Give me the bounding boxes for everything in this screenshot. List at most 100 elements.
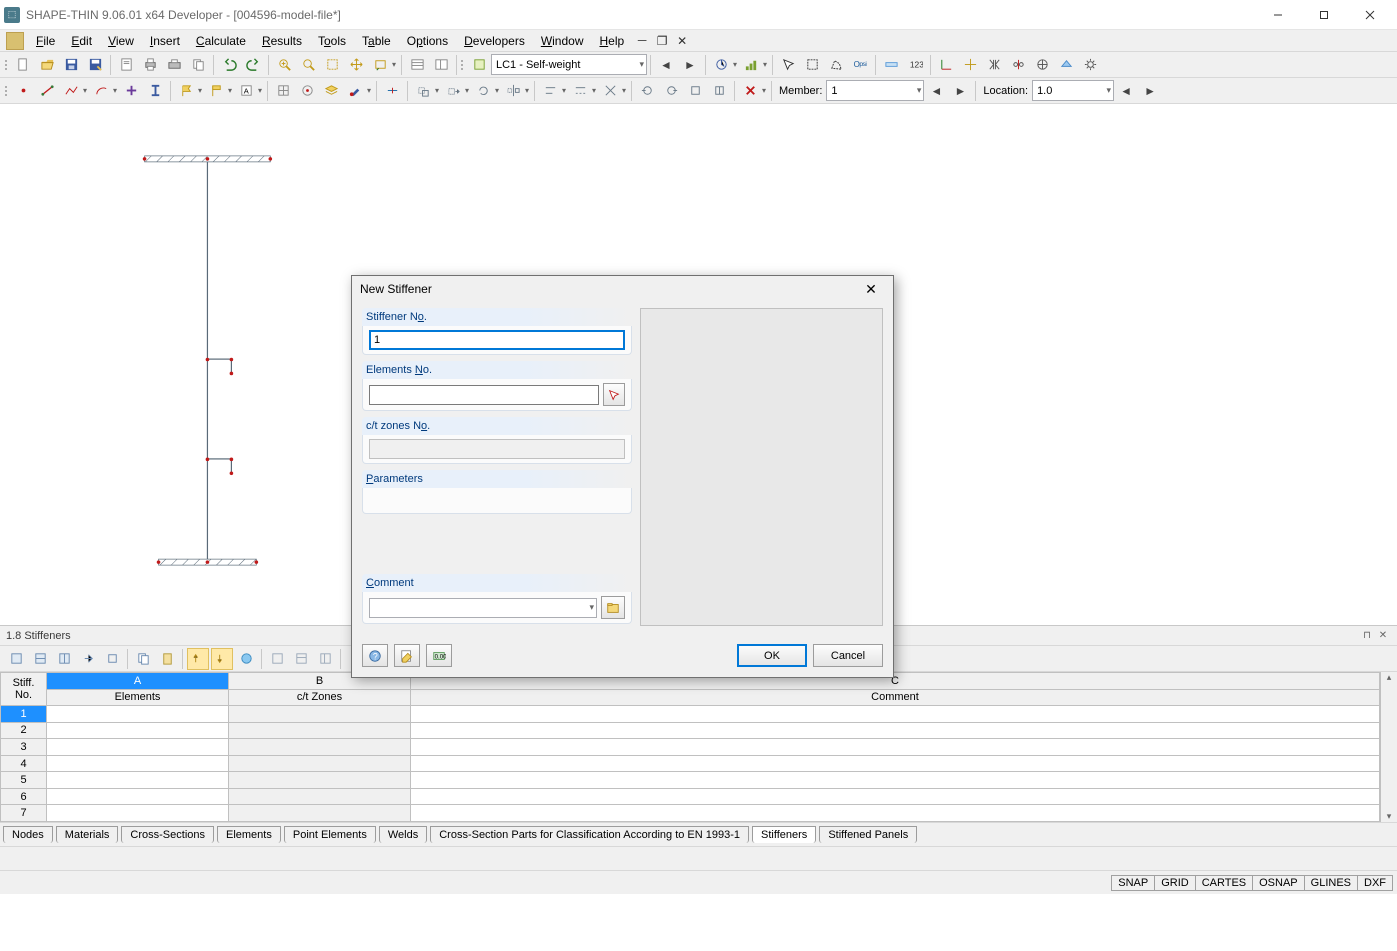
copy-el-icon[interactable] xyxy=(412,80,434,102)
window-close-button[interactable] xyxy=(1347,0,1393,30)
tab-welds[interactable]: Welds xyxy=(379,826,427,843)
row-header-7[interactable]: 7 xyxy=(1,805,47,822)
results-icon[interactable] xyxy=(740,54,762,76)
status-osnap[interactable]: OSNAP xyxy=(1252,875,1305,891)
table-nav-4-icon[interactable] xyxy=(77,648,99,670)
col-header-elements[interactable]: Elements xyxy=(47,689,229,706)
col-header-A[interactable]: A xyxy=(47,673,229,690)
menu-help[interactable]: Help xyxy=(592,32,633,50)
save-as-icon[interactable] xyxy=(84,54,106,76)
table-grid-b-icon[interactable] xyxy=(290,648,312,670)
table-paste-icon[interactable] xyxy=(156,648,178,670)
cell-6A[interactable] xyxy=(47,788,229,805)
save-icon[interactable] xyxy=(60,54,82,76)
copy-el-dropdown[interactable]: ▾ xyxy=(433,86,441,95)
row-header-4[interactable]: 4 xyxy=(1,755,47,772)
move-el-icon[interactable] xyxy=(442,80,464,102)
guide-icon[interactable] xyxy=(205,80,227,102)
lc-prev-icon[interactable]: ◄ xyxy=(655,54,677,76)
table-sort-asc-icon[interactable] xyxy=(187,648,209,670)
rect-tool-2-icon[interactable] xyxy=(708,80,730,102)
cell-6B[interactable] xyxy=(229,788,411,805)
rotate-el-icon[interactable] xyxy=(472,80,494,102)
location-combo[interactable]: 1.0 ▾ xyxy=(1032,80,1114,101)
table-grid-c-icon[interactable] xyxy=(314,648,336,670)
element-icon[interactable] xyxy=(36,80,58,102)
panel-pin-icon[interactable]: ⊓ xyxy=(1359,628,1375,644)
tables-2-icon[interactable] xyxy=(430,54,452,76)
opsi-icon[interactable]: Opsi xyxy=(849,54,871,76)
tab-elements[interactable]: Elements xyxy=(217,826,281,843)
calculate-icon[interactable] xyxy=(710,54,732,76)
tab-cs-parts-classification[interactable]: Cross-Section Parts for Classification A… xyxy=(430,826,749,843)
calc-dropdown-icon[interactable]: ▾ xyxy=(731,60,739,69)
menu-edit[interactable]: Edit xyxy=(63,32,100,50)
mirror-v-icon[interactable] xyxy=(1007,54,1029,76)
col-header-comment[interactable]: Comment xyxy=(411,689,1380,706)
stiffener-no-input[interactable] xyxy=(369,330,625,350)
dialog-edit-button[interactable] xyxy=(394,644,420,667)
grid-select-icon[interactable] xyxy=(272,80,294,102)
new-file-icon[interactable] xyxy=(12,54,34,76)
mirror-h-icon[interactable] xyxy=(983,54,1005,76)
status-dxf[interactable]: DXF xyxy=(1357,875,1393,891)
arc-dropdown-icon[interactable]: ▾ xyxy=(111,86,119,95)
point-element-icon[interactable] xyxy=(120,80,142,102)
delete-dropdown[interactable]: ▾ xyxy=(760,86,768,95)
rect-tool-icon[interactable] xyxy=(684,80,706,102)
cell-4B[interactable] xyxy=(229,755,411,772)
window-minimize-button[interactable] xyxy=(1255,0,1301,30)
cell-1A[interactable] xyxy=(47,706,229,723)
mdi-document-icon[interactable] xyxy=(6,32,24,50)
weld-icon[interactable] xyxy=(636,80,658,102)
zoom-window-icon[interactable] xyxy=(297,54,319,76)
select-poly-icon[interactable] xyxy=(825,54,847,76)
section-axes-icon[interactable] xyxy=(959,54,981,76)
tab-stiffeners[interactable]: Stiffeners xyxy=(752,826,816,843)
osnap-icon[interactable] xyxy=(296,80,318,102)
print-icon[interactable] xyxy=(139,54,161,76)
row-header-5[interactable]: 5 xyxy=(1,772,47,789)
row-header-1[interactable]: 1 xyxy=(1,706,47,723)
col-header-ctzones[interactable]: c/t Zones xyxy=(229,689,411,706)
cell-2A[interactable] xyxy=(47,722,229,739)
flag-dropdown-icon[interactable]: ▾ xyxy=(196,86,204,95)
weld-2-icon[interactable] xyxy=(660,80,682,102)
node-icon[interactable] xyxy=(12,80,34,102)
mirror-el-icon[interactable] xyxy=(502,80,524,102)
table-nav-3-icon[interactable] xyxy=(53,648,75,670)
member-next-icon[interactable]: ► xyxy=(949,80,971,102)
menu-results[interactable]: Results xyxy=(254,32,310,50)
tab-cross-sections[interactable]: Cross-Sections xyxy=(121,826,214,843)
lc-next-icon[interactable]: ► xyxy=(679,54,701,76)
stiffeners-table[interactable]: Stiff.No. A B C Elements c/t Zones Comme… xyxy=(0,672,1397,822)
table-nav-1-icon[interactable] xyxy=(5,648,27,670)
cell-3C[interactable] xyxy=(411,739,1380,756)
rotate-el-dropdown[interactable]: ▾ xyxy=(493,86,501,95)
cell-2C[interactable] xyxy=(411,722,1380,739)
menu-options[interactable]: Options xyxy=(399,32,456,50)
dialog-close-button[interactable]: ✕ xyxy=(857,279,885,299)
loadcase-combo[interactable]: LC1 - Self-weight ▾ xyxy=(491,54,647,75)
graphics-canvas[interactable]: New Stiffener ✕ Stiffener No. Elements N… xyxy=(0,104,1397,626)
status-cartes[interactable]: CARTES xyxy=(1195,875,1253,891)
table-copy-icon[interactable] xyxy=(132,648,154,670)
cell-7B[interactable] xyxy=(229,805,411,822)
split-icon[interactable] xyxy=(381,80,403,102)
mirror-el-dropdown[interactable]: ▾ xyxy=(523,86,531,95)
table-globe-icon[interactable] xyxy=(235,648,257,670)
row-header-2[interactable]: 2 xyxy=(1,722,47,739)
move-el-dropdown[interactable]: ▾ xyxy=(463,86,471,95)
view-dropdown-icon[interactable]: ▾ xyxy=(390,60,398,69)
menu-insert[interactable]: Insert xyxy=(142,32,188,50)
table-nav-5-icon[interactable] xyxy=(101,648,123,670)
table-vertical-scrollbar[interactable]: ▴▾ xyxy=(1380,672,1397,822)
comment-combo[interactable]: ▾ xyxy=(369,598,597,618)
trim-dropdown[interactable]: ▾ xyxy=(560,86,568,95)
cell-3A[interactable] xyxy=(47,739,229,756)
numbering-icon[interactable]: 123 xyxy=(904,54,926,76)
menu-calculate[interactable]: Calculate xyxy=(188,32,254,50)
layer-icon[interactable] xyxy=(320,80,342,102)
elements-no-input[interactable] xyxy=(369,385,599,405)
menu-tools[interactable]: Tools xyxy=(310,32,354,50)
